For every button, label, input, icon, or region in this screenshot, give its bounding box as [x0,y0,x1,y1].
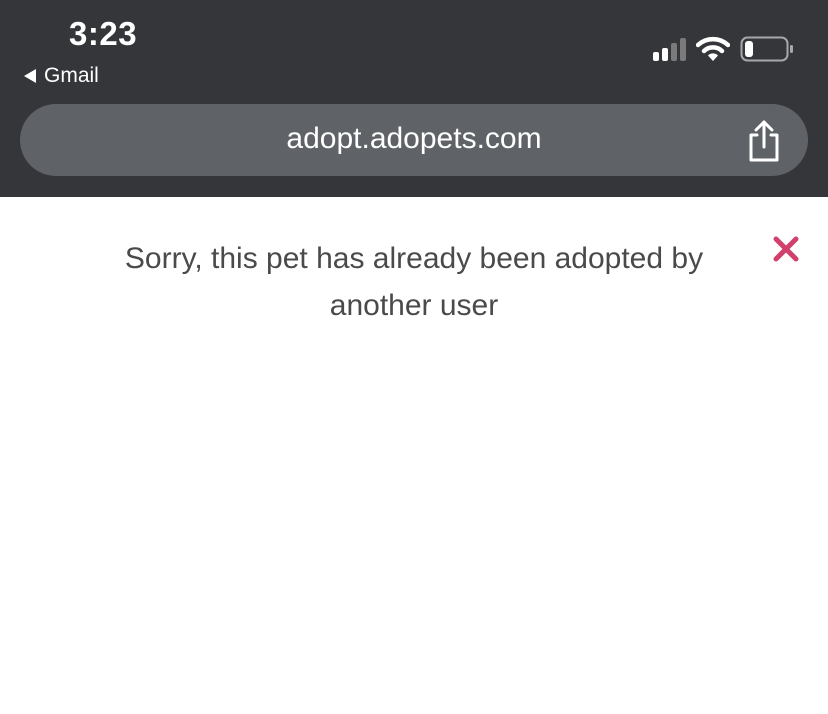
url-bar[interactable]: adopt.adopets.com [20,104,808,176]
wifi-icon [696,36,730,61]
adopted-alert-message: Sorry, this pet has already been adopted… [124,242,704,322]
battery-fill [745,41,753,57]
page-content: Sorry, this pet has already been adopted… [0,197,828,714]
browser-chrome: 3:23 Gmail adopt.adopets.com [0,0,828,197]
close-icon[interactable] [772,235,800,263]
status-icons [653,36,794,62]
back-to-gmail-link[interactable]: Gmail [24,64,99,88]
signal-bar [680,38,686,61]
signal-bar [653,52,659,61]
back-arrow-icon [24,69,36,83]
signal-bar [662,48,668,61]
url-text: adopt.adopets.com [286,122,542,155]
cellular-signal-icon [653,37,686,61]
share-icon[interactable] [746,119,782,163]
status-time: 3:23 [69,15,138,52]
battery-icon [740,36,793,62]
back-app-label: Gmail [44,64,99,87]
signal-bar [671,43,677,61]
